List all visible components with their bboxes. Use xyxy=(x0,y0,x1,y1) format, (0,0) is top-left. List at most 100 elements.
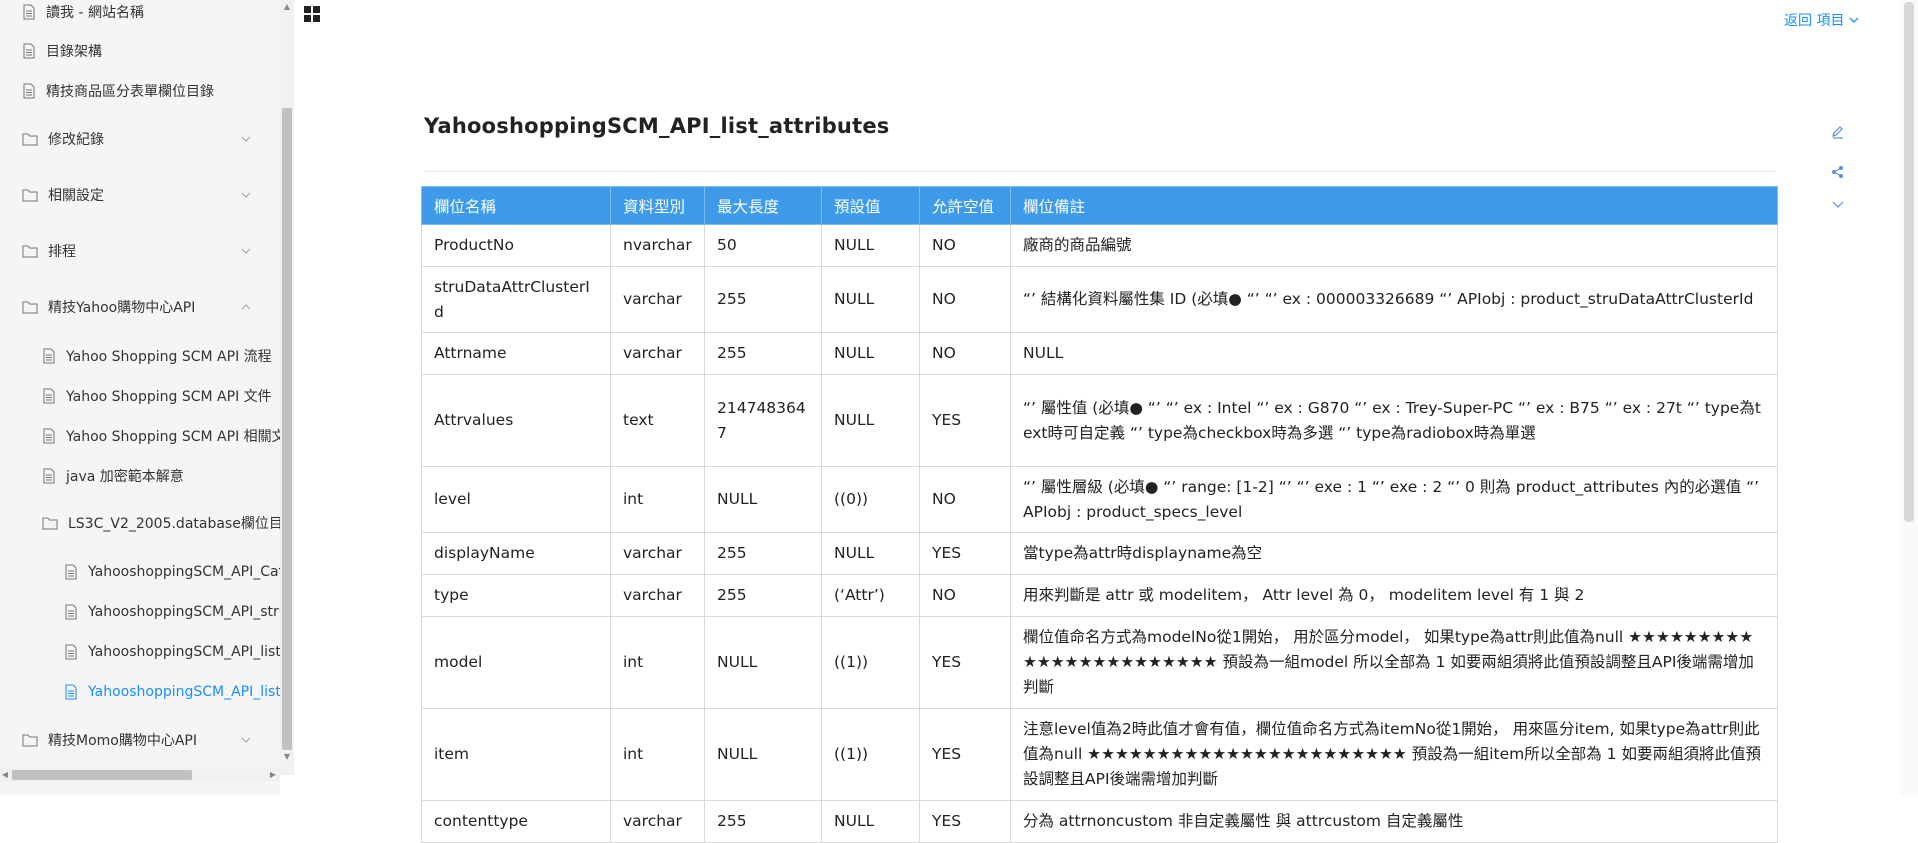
cell-default: NULL xyxy=(821,374,920,467)
grid-icon[interactable] xyxy=(304,6,320,22)
sidebar-item-label: 目錄架構 xyxy=(46,44,102,60)
chevron-down-icon xyxy=(241,737,251,743)
share-icon[interactable] xyxy=(1830,164,1846,180)
chevron-up-icon xyxy=(241,304,251,310)
sidebar-folder-yahoo-api[interactable]: 精技Yahoo購物中心API xyxy=(22,290,280,324)
page-vertical-scrollbar[interactable] xyxy=(1900,0,1918,795)
cell-note: 當type為attr時displayname為空 xyxy=(1010,532,1778,575)
cell-data-type: int xyxy=(610,616,705,709)
sidebar-item-structure[interactable]: 目錄架構 xyxy=(22,34,102,68)
cell-nullable: YES xyxy=(919,616,1011,709)
sidebar-item-readme[interactable]: 讀我 - 網站名稱 xyxy=(22,0,144,29)
sidebar-folder-changelog[interactable]: 修改紀錄 xyxy=(22,122,280,156)
cell-nullable: NO xyxy=(919,224,1011,267)
cell-field-name: item xyxy=(421,708,611,801)
scroll-left-arrow-icon[interactable]: ◀ xyxy=(0,770,10,780)
scrollbar-thumb[interactable] xyxy=(282,108,292,750)
cell-data-type: int xyxy=(610,708,705,801)
cell-max-length: 2147483647 xyxy=(704,374,822,467)
sidebar-item-java-encrypt[interactable]: java 加密範本解意 xyxy=(42,459,280,493)
file-icon xyxy=(65,604,77,620)
attributes-table: 欄位名稱 資料型別 最大長度 預設值 允許空值 欄位備註 ProductNo n… xyxy=(421,186,1778,843)
cell-data-type: varchar xyxy=(610,532,705,575)
sidebar-folder-schedule[interactable]: 排程 xyxy=(22,234,280,268)
cell-nullable: NO xyxy=(919,574,1011,617)
column-header: 預設值 xyxy=(821,186,920,225)
sidebar-item-api-stru[interactable]: YahooshoppingSCM_API_stru xyxy=(64,595,280,629)
chevron-down-icon xyxy=(1849,17,1859,23)
file-icon xyxy=(23,4,35,20)
sidebar-item-label: Yahoo Shopping SCM API 相關文 xyxy=(66,429,280,445)
cell-nullable: YES xyxy=(919,532,1011,575)
cell-field-name: type xyxy=(421,574,611,617)
table-row: Attrname varchar 255 NULL NO NULL xyxy=(421,332,1778,375)
column-header: 允許空值 xyxy=(919,186,1011,225)
folder-icon xyxy=(22,301,38,314)
sidebar-item-label: 排程 xyxy=(48,244,76,260)
cell-max-length: 255 xyxy=(704,266,822,333)
sidebar-item-yahoo-docs[interactable]: Yahoo Shopping SCM API 文件 xyxy=(42,379,280,413)
sidebar-item-yahoo-flow[interactable]: Yahoo Shopping SCM API 流程 xyxy=(42,339,280,373)
table-row: item int NULL ((1)) YES 注意level值為2時此值才會有… xyxy=(421,708,1778,801)
cell-default: NULL xyxy=(821,224,920,267)
sidebar-item-label: java 加密範本解意 xyxy=(66,469,184,485)
table-row: level int NULL ((0)) NO “’ 屬性層級 (必填● “’ … xyxy=(421,466,1778,533)
sidebar-folder-settings[interactable]: 相關設定 xyxy=(22,178,280,212)
scrollbar-thumb[interactable] xyxy=(1904,2,1914,522)
sidebar-horizontal-scrollbar[interactable]: ◀ ▶ xyxy=(0,768,280,782)
back-to-project-link[interactable]: 返回 項目 xyxy=(1784,10,1860,30)
chevron-down-icon[interactable] xyxy=(1830,196,1846,212)
cell-note: “’ 屬性值 (必填● “’ “’ ex : Intel “’ ex : G87… xyxy=(1010,374,1778,467)
cell-note: 用來判斷是 attr 或 modelitem， Attr level 為 0， … xyxy=(1010,574,1778,617)
scrollbar-thumb[interactable] xyxy=(12,770,192,780)
cell-max-length: 255 xyxy=(704,574,822,617)
sidebar-item-product-form[interactable]: 精技商品區分表單欄位目錄 xyxy=(22,74,214,108)
sidebar-item-api-list[interactable]: YahooshoppingSCM_API_list xyxy=(64,635,280,669)
folder-icon xyxy=(42,517,58,530)
file-icon xyxy=(23,83,35,99)
sidebar-item-label: 相關設定 xyxy=(48,188,104,204)
cell-max-length: 255 xyxy=(704,532,822,575)
file-icon xyxy=(43,468,55,484)
cell-default: (‘Attr’) xyxy=(821,574,920,617)
cell-field-name: struDataAttrClusterId xyxy=(421,266,611,333)
cell-nullable: NO xyxy=(919,266,1011,333)
chevron-down-icon xyxy=(241,248,251,254)
table-row: Attrvalues text 2147483647 NULL YES “’ 屬… xyxy=(421,374,1778,467)
sidebar-item-yahoo-related[interactable]: Yahoo Shopping SCM API 相關文 xyxy=(42,419,280,453)
folder-icon xyxy=(22,245,38,258)
page-title: YahooshoppingSCM_API_list_attributes xyxy=(424,114,890,138)
cell-data-type: varchar xyxy=(610,266,705,333)
sidebar-item-label: 修改紀錄 xyxy=(48,132,104,148)
table-row: displayName varchar 255 NULL YES 當type為a… xyxy=(421,532,1778,575)
file-icon xyxy=(43,428,55,444)
chevron-down-icon xyxy=(241,136,251,142)
edit-icon[interactable] xyxy=(1830,124,1846,140)
sidebar-item-api-cat[interactable]: YahooshoppingSCM_API_Cat xyxy=(64,555,280,589)
cell-default: ((1)) xyxy=(821,708,920,801)
sidebar-folder-ls3c-database[interactable]: LS3C_V2_2005.database欄位目錄 xyxy=(42,506,280,540)
sidebar-item-label: YahooshoppingSCM_API_stru xyxy=(88,604,280,620)
cell-nullable: YES xyxy=(919,708,1011,801)
sidebar-vertical-scrollbar[interactable]: ▲ ▼ xyxy=(280,0,294,775)
cell-data-type: nvarchar xyxy=(610,224,705,267)
sidebar: 讀我 - 網站名稱 目錄架構 精技商品區分表單欄位目錄 修改紀錄 相關設定 排程… xyxy=(0,0,280,795)
cell-note: 分為 attrnoncustom 非自定義屬性 與 attrcustom 自定義… xyxy=(1010,800,1778,843)
cell-nullable: NO xyxy=(919,332,1011,375)
table-header-row: 欄位名稱 資料型別 最大長度 預設值 允許空值 欄位備註 xyxy=(421,186,1778,225)
scroll-up-arrow-icon[interactable]: ▲ xyxy=(282,2,292,12)
cell-data-type: int xyxy=(610,466,705,533)
sidebar-folder-momo-api[interactable]: 精技Momo購物中心API xyxy=(22,723,280,757)
cell-default: ((1)) xyxy=(821,616,920,709)
cell-field-name: ProductNo xyxy=(421,224,611,267)
cell-default: NULL xyxy=(821,532,920,575)
sidebar-item-api-list-attributes[interactable]: YahooshoppingSCM_API_list xyxy=(64,675,280,709)
scroll-right-arrow-icon[interactable]: ▶ xyxy=(268,770,278,780)
sidebar-item-label: YahooshoppingSCM_API_list xyxy=(88,684,280,700)
cell-data-type: varchar xyxy=(610,332,705,375)
scroll-down-arrow-icon[interactable]: ▼ xyxy=(282,752,292,762)
cell-nullable: NO xyxy=(919,466,1011,533)
cell-nullable: YES xyxy=(919,800,1011,843)
cell-max-length: 255 xyxy=(704,332,822,375)
cell-default: NULL xyxy=(821,800,920,843)
